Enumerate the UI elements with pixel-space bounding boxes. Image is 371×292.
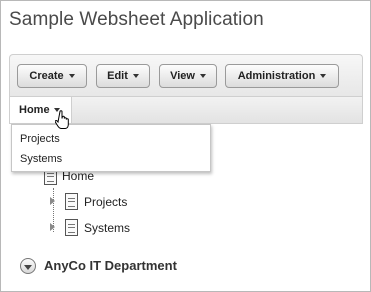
edit-button-label: Edit [107, 70, 128, 82]
dropdown-item-projects[interactable]: Projects [20, 133, 60, 145]
create-menu-button[interactable]: Create [17, 64, 87, 88]
dropdown-item-systems[interactable]: Systems [20, 153, 62, 165]
page-icon [65, 219, 78, 236]
hand-pointer-icon [55, 110, 69, 129]
toolbar: Create Edit View Administration [9, 54, 363, 96]
page-icon [65, 193, 78, 210]
view-menu-button[interactable]: View [159, 64, 217, 88]
chevron-down-icon [320, 74, 327, 78]
chevron-down-icon [68, 74, 75, 78]
tree-item-projects[interactable]: Projects [84, 195, 127, 209]
app-title: Sample Websheet Application [9, 9, 264, 30]
chevron-down-icon [24, 264, 32, 270]
view-button-label: View [170, 70, 195, 82]
tree-item-systems[interactable]: Systems [84, 221, 130, 235]
home-dropdown-menu: Projects Systems [11, 124, 211, 172]
tab-home-label: Home [19, 104, 50, 116]
administration-button-label: Administration [237, 70, 316, 82]
chevron-down-icon [199, 74, 206, 78]
expand-icon[interactable] [50, 197, 55, 205]
create-button-label: Create [29, 70, 64, 82]
administration-menu-button[interactable]: Administration [225, 64, 339, 88]
collapse-section-toggle[interactable] [20, 258, 36, 274]
expand-icon[interactable] [50, 223, 55, 231]
section-title: AnyCo IT Department [44, 258, 177, 273]
edit-menu-button[interactable]: Edit [96, 64, 150, 88]
chevron-down-icon [132, 74, 139, 78]
